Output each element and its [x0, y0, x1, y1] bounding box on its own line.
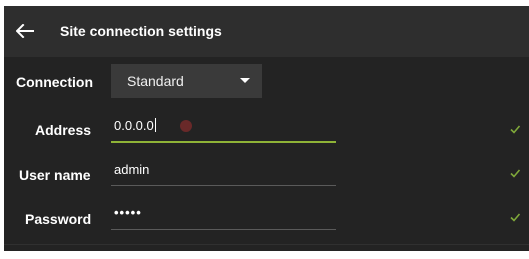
- username-value: admin: [114, 162, 150, 177]
- back-button[interactable]: [14, 20, 36, 42]
- pointer-indicator: [180, 120, 192, 132]
- check-icon: [510, 169, 521, 178]
- connection-select[interactable]: Standard: [111, 64, 262, 98]
- arrow-left-icon: [16, 24, 34, 38]
- username-label: User name: [19, 167, 91, 183]
- settings-panel: Site connection settings Connection Stan…: [4, 6, 529, 251]
- connection-label: Connection: [16, 74, 93, 90]
- caret-down-icon: [240, 78, 250, 83]
- text-cursor: [154, 118, 156, 132]
- check-icon: [510, 125, 521, 134]
- connection-select-value: Standard: [127, 73, 184, 89]
- page-title: Site connection settings: [60, 23, 222, 39]
- check-icon: [510, 213, 521, 222]
- divider: [4, 244, 529, 245]
- address-input[interactable]: 0.0.0.0: [111, 113, 336, 143]
- header-bar: Site connection settings: [4, 6, 529, 57]
- password-label: Password: [25, 211, 92, 227]
- password-input[interactable]: •••••: [111, 201, 336, 230]
- address-label: Address: [35, 122, 92, 138]
- address-value: 0.0.0.0: [114, 118, 156, 133]
- password-value: •••••: [114, 205, 142, 220]
- username-input[interactable]: admin: [111, 157, 336, 186]
